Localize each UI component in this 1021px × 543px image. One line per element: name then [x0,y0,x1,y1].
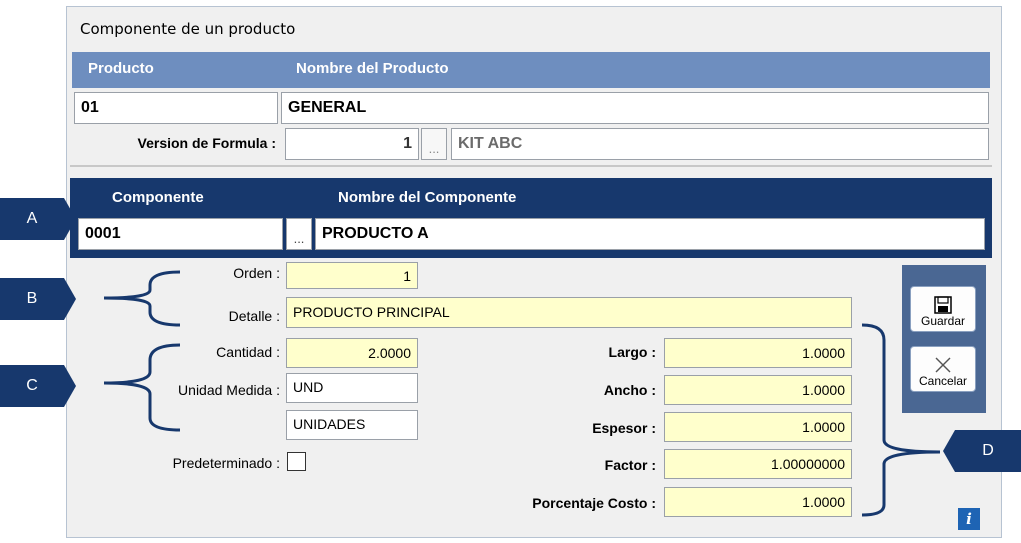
callout-a-arrow [64,198,76,240]
callout-d-arrow [943,430,955,472]
callout-c-brace [103,343,181,432]
callout-c-arrow [64,365,76,407]
callout-b-brace [103,270,181,327]
callout-annotations [64,198,955,517]
callout-b-arrow [64,278,76,320]
callout-d-brace [861,323,941,517]
